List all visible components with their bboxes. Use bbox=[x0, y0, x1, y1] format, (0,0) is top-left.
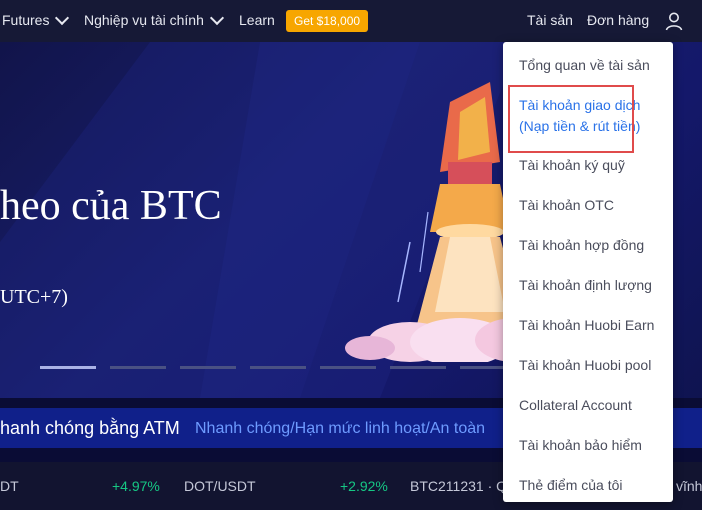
banner-title: hanh chóng bằng ATM bbox=[0, 418, 180, 438]
menu-item-earn-account[interactable]: Tài khoản Huobi Earn bbox=[519, 315, 654, 335]
menu-item-quant-account[interactable]: Tài khoản định lượng bbox=[519, 275, 652, 295]
user-icon[interactable] bbox=[664, 11, 684, 31]
menu-item-otc-account[interactable]: Tài khoản OTC bbox=[519, 195, 614, 215]
nav-finance[interactable]: Nghiệp vụ tài chính bbox=[84, 10, 224, 28]
menu-item-asset-overview[interactable]: Tổng quan về tài sản bbox=[519, 55, 650, 75]
menu-item-insurance-account[interactable]: Tài khoản bảo hiểm bbox=[519, 435, 642, 455]
slider-dot[interactable] bbox=[320, 366, 376, 369]
annotation-highlight-box bbox=[508, 85, 634, 153]
nav-finance-label: Nghiệp vụ tài chính bbox=[84, 12, 204, 28]
menu-item-pool-account[interactable]: Tài khoản Huobi pool bbox=[519, 355, 651, 375]
hero-subtitle: UTC+7) bbox=[0, 286, 68, 308]
ticker-change: +2.92% bbox=[340, 478, 388, 494]
slider-dot[interactable] bbox=[390, 366, 446, 369]
menu-item-my-points-card[interactable]: Thẻ điểm của tôi bbox=[519, 475, 623, 495]
ticker-pair[interactable]: BTC211231 · Q bbox=[410, 478, 507, 494]
nav-orders-label: Đơn hàng bbox=[587, 12, 650, 28]
slider-dot[interactable] bbox=[180, 366, 236, 369]
nav-learn[interactable]: Learn bbox=[239, 12, 275, 28]
hero-title: heo của BTC bbox=[0, 183, 222, 229]
slider-dot[interactable] bbox=[110, 366, 166, 369]
nav-futures[interactable]: Futures bbox=[2, 10, 70, 28]
nav-learn-label: Learn bbox=[239, 12, 275, 28]
ticker-pair[interactable]: DT bbox=[0, 478, 19, 494]
menu-item-margin-account[interactable]: Tài khoản ký quỹ bbox=[519, 155, 625, 175]
promo-button[interactable]: Get $18,000 bbox=[286, 10, 369, 32]
ticker-change: +4.97% bbox=[112, 478, 160, 494]
nav-assets[interactable]: Tài sản bbox=[527, 12, 573, 28]
top-navbar: Futures Nghiệp vụ tài chính Learn Get $1… bbox=[0, 0, 702, 42]
slider-dot-active[interactable] bbox=[40, 366, 96, 369]
menu-item-contract-account[interactable]: Tài khoản hợp đồng bbox=[519, 235, 644, 255]
ticker-pair[interactable]: DOT/USDT bbox=[184, 478, 256, 494]
slider-dot[interactable] bbox=[250, 366, 306, 369]
nav-orders[interactable]: Đơn hàng bbox=[587, 12, 649, 28]
menu-item-collateral-account[interactable]: Collateral Account bbox=[519, 395, 632, 415]
nav-futures-label: Futures bbox=[2, 12, 50, 28]
chevron-down-icon bbox=[55, 10, 70, 25]
nav-assets-label: Tài sản bbox=[527, 12, 573, 28]
banner-subtitle[interactable]: Nhanh chóng/Hạn mức linh hoạt/An toàn bbox=[195, 420, 485, 438]
chevron-down-icon bbox=[209, 10, 224, 25]
ticker-pair[interactable]: vĩnh bbox=[676, 478, 702, 494]
